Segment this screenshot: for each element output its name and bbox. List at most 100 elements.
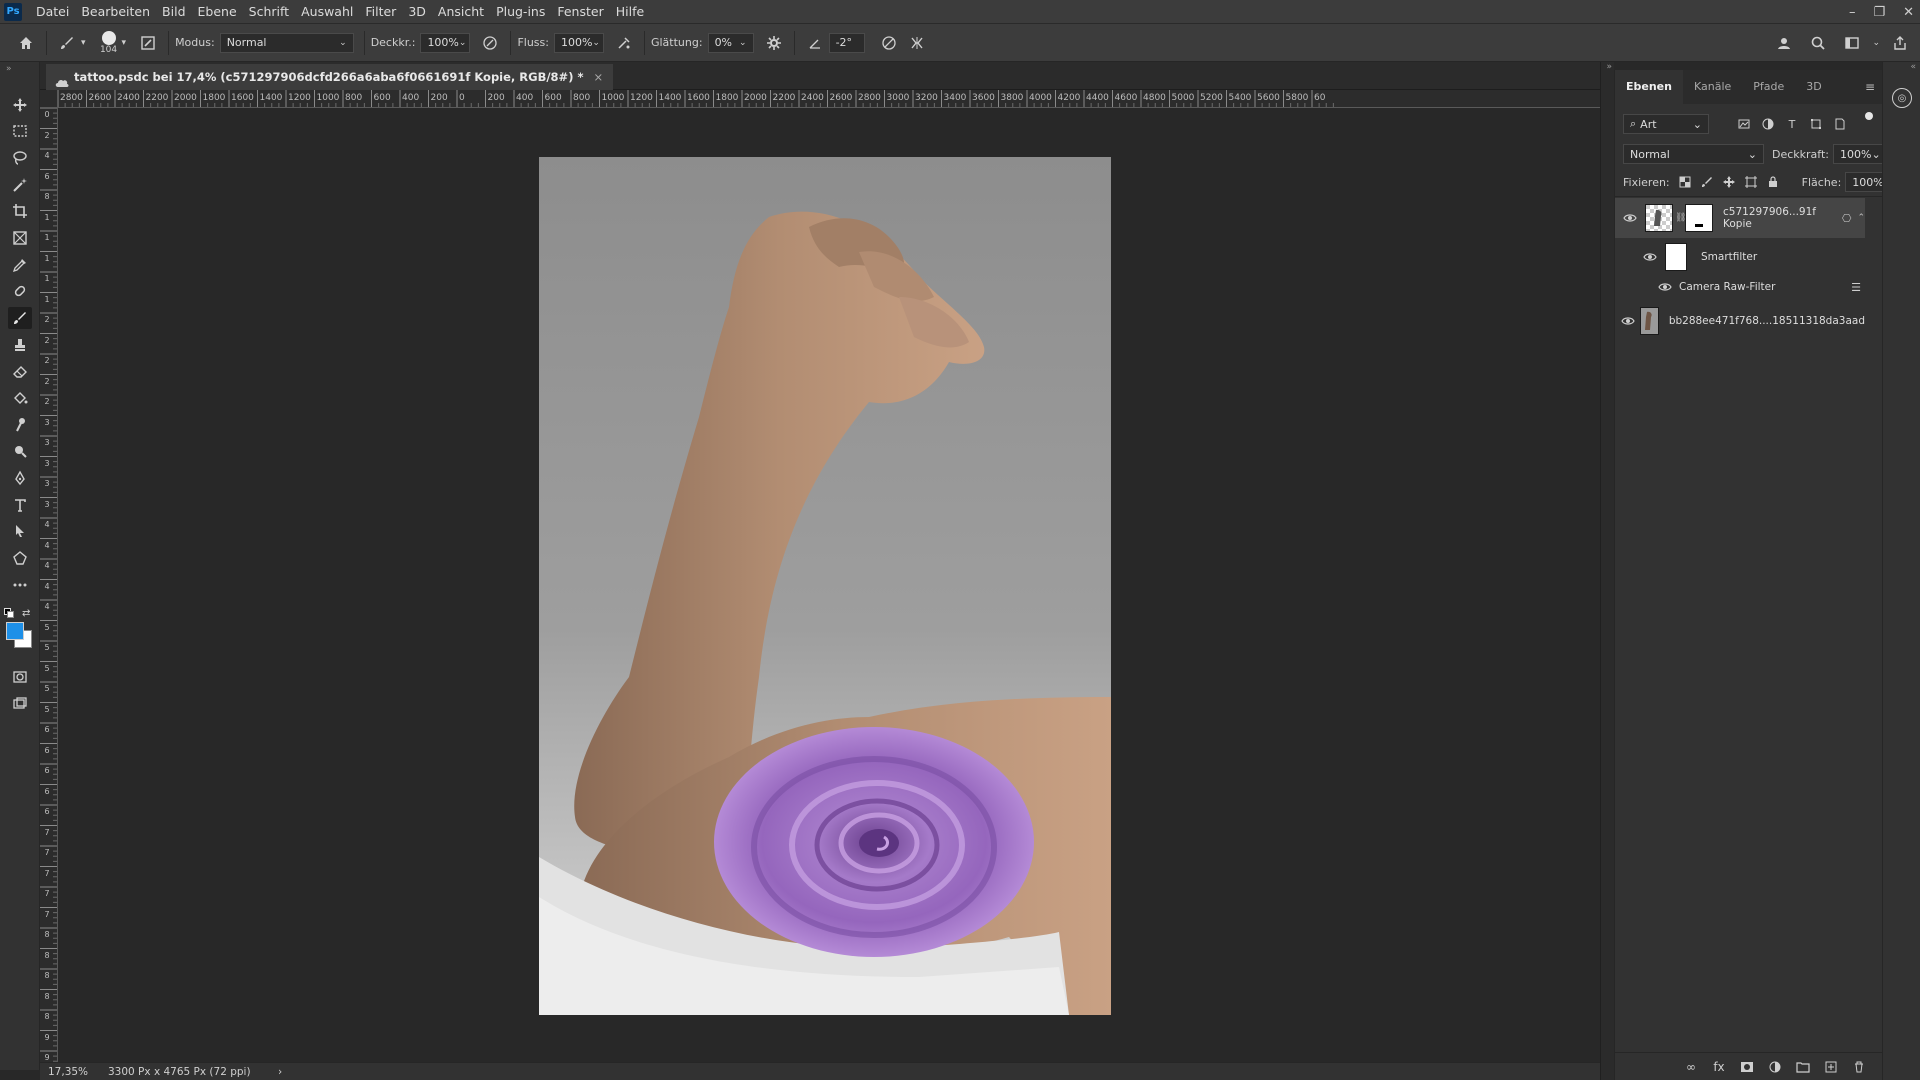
magic-wand-tool-icon[interactable] bbox=[8, 174, 32, 196]
status-menu-arrow[interactable]: › bbox=[278, 1066, 282, 1078]
tab-ebenen[interactable]: Ebenen bbox=[1615, 70, 1683, 104]
delete-layer-icon[interactable] bbox=[1849, 1057, 1869, 1077]
foreground-color-swatch[interactable] bbox=[6, 622, 24, 640]
workspace-icon[interactable] bbox=[1838, 29, 1866, 57]
layer-name[interactable]: bb288ee471f768....18511318da3aad bbox=[1669, 315, 1865, 327]
crop-tool-icon[interactable] bbox=[8, 200, 32, 222]
chevron-down-icon[interactable]: ▾ bbox=[122, 38, 127, 48]
layer-item-kopie[interactable]: ⛓ c571297906...91f Kopie ⎔ ⌃ bbox=[1615, 198, 1865, 238]
symmetry-icon[interactable] bbox=[903, 29, 931, 57]
menu-datei[interactable]: Datei bbox=[30, 0, 75, 24]
default-colors-icon[interactable] bbox=[4, 608, 14, 618]
move-tool-icon[interactable] bbox=[8, 94, 32, 116]
brush-settings-panel-icon[interactable] bbox=[134, 29, 162, 57]
chevron-up-icon[interactable]: ⌃ bbox=[1857, 213, 1865, 223]
ruler-origin[interactable] bbox=[40, 90, 58, 108]
layer-name[interactable]: Smartfilter bbox=[1701, 251, 1757, 263]
filter-smartobject-icon[interactable] bbox=[1831, 115, 1849, 133]
more-tools-icon[interactable] bbox=[8, 574, 32, 596]
filter-toggle-icon[interactable] bbox=[1865, 112, 1873, 120]
eyedropper-tool-icon[interactable] bbox=[8, 254, 32, 276]
shape-tool-icon[interactable] bbox=[8, 547, 32, 569]
adjustment-layer-icon[interactable] bbox=[1765, 1057, 1785, 1077]
brush-size-picker[interactable]: 104 bbox=[96, 30, 122, 55]
canvas-area[interactable] bbox=[58, 108, 1600, 1062]
filter-shape-icon[interactable] bbox=[1807, 115, 1825, 133]
link-icon[interactable]: ⛓ bbox=[1675, 213, 1686, 223]
new-group-icon[interactable] bbox=[1793, 1057, 1813, 1077]
menu-hilfe[interactable]: Hilfe bbox=[610, 0, 650, 24]
healing-brush-tool-icon[interactable] bbox=[8, 280, 32, 302]
paint-bucket-tool-icon[interactable] bbox=[8, 387, 32, 409]
layer-opacity-input[interactable]: 100% ⌄ bbox=[1833, 144, 1883, 164]
layer-name[interactable]: c571297906...91f Kopie bbox=[1723, 206, 1842, 230]
brush-tool-icon[interactable] bbox=[8, 307, 32, 329]
lasso-tool-icon[interactable] bbox=[8, 147, 32, 169]
menu-bearbeiten[interactable]: Bearbeiten bbox=[75, 0, 156, 24]
menu-ebene[interactable]: Ebene bbox=[192, 0, 243, 24]
quick-mask-icon[interactable] bbox=[8, 666, 32, 688]
layer-item-background[interactable]: bb288ee471f768....18511318da3aad bbox=[1615, 304, 1865, 338]
angle-input[interactable]: -2° bbox=[828, 32, 865, 53]
layer-item-smartfilter[interactable]: Smartfilter bbox=[1615, 240, 1865, 274]
visibility-eye-icon[interactable] bbox=[1615, 213, 1645, 223]
add-mask-icon[interactable] bbox=[1737, 1057, 1757, 1077]
filter-adjustment-icon[interactable] bbox=[1759, 115, 1777, 133]
eraser-tool-icon[interactable] bbox=[8, 360, 32, 382]
document-tab[interactable]: tattoo.psdc bei 17,4% (c571297906dcfd266… bbox=[46, 64, 614, 90]
chevron-down-icon[interactable]: ⌄ bbox=[1872, 38, 1880, 48]
flow-input[interactable]: 100% ⌄ bbox=[553, 32, 604, 53]
menu-plug-ins[interactable]: Plug-ins bbox=[490, 0, 551, 24]
filter-options-icon[interactable]: ☰ bbox=[1851, 281, 1861, 294]
zoom-level[interactable]: 17,35% bbox=[40, 1066, 90, 1078]
learn-panel-icon[interactable]: ◎ bbox=[1892, 88, 1912, 108]
type-tool-icon[interactable] bbox=[8, 494, 32, 516]
panel-menu-icon[interactable]: ≡ bbox=[1865, 80, 1875, 94]
restore-button[interactable]: ❐ bbox=[1873, 5, 1885, 20]
gear-icon[interactable] bbox=[760, 29, 788, 57]
blend-mode-select[interactable]: Normal ⌄ bbox=[1623, 144, 1764, 164]
pressure-opacity-icon[interactable] bbox=[476, 29, 504, 57]
lock-artboard-icon[interactable] bbox=[1742, 173, 1760, 191]
new-layer-icon[interactable] bbox=[1821, 1057, 1841, 1077]
share-icon[interactable] bbox=[1886, 29, 1914, 57]
smartfilter-mask-thumbnail[interactable] bbox=[1665, 243, 1687, 271]
brush-tool-preset-icon[interactable] bbox=[53, 29, 81, 57]
layer-item-camera-raw[interactable]: Camera Raw-Filter ☰ bbox=[1615, 276, 1865, 298]
layer-filter-select[interactable]: ⌕ Art ⌄ bbox=[1623, 114, 1709, 134]
tab-3d[interactable]: 3D bbox=[1795, 70, 1832, 104]
account-icon[interactable] bbox=[1770, 29, 1798, 57]
menu-auswahl[interactable]: Auswahl bbox=[295, 0, 359, 24]
fx-icon[interactable]: fx bbox=[1709, 1057, 1729, 1077]
collapse-arrows-icon[interactable]: » bbox=[6, 64, 12, 74]
opacity-input[interactable]: 100% ⌄ bbox=[420, 32, 471, 53]
close-tab-button[interactable]: × bbox=[593, 64, 603, 90]
menu-filter[interactable]: Filter bbox=[359, 0, 402, 24]
screen-mode-icon[interactable] bbox=[8, 693, 32, 715]
visibility-eye-icon[interactable] bbox=[1615, 316, 1640, 326]
visibility-eye-icon[interactable] bbox=[1635, 252, 1665, 262]
menu-3d[interactable]: 3D bbox=[402, 0, 432, 24]
chevron-down-icon[interactable]: ▾ bbox=[81, 38, 86, 48]
menu-schrift[interactable]: Schrift bbox=[243, 0, 295, 24]
smoothing-input[interactable]: 0% ⌄ bbox=[707, 32, 754, 53]
filter-pixel-icon[interactable] bbox=[1735, 115, 1753, 133]
document-canvas[interactable] bbox=[539, 157, 1111, 1015]
link-layers-icon[interactable]: ∞ bbox=[1681, 1057, 1701, 1077]
clone-stamp-tool-icon[interactable] bbox=[8, 334, 32, 356]
tab-kanaele[interactable]: Kanäle bbox=[1683, 70, 1742, 104]
visibility-eye-icon[interactable] bbox=[1655, 282, 1675, 292]
minimize-button[interactable]: – bbox=[1849, 5, 1856, 20]
marquee-tool-icon[interactable] bbox=[8, 120, 32, 142]
pen-tool-icon[interactable] bbox=[8, 467, 32, 489]
mode-select[interactable]: Normal ⌄ bbox=[219, 32, 354, 53]
layer-mask-thumbnail[interactable] bbox=[1685, 204, 1713, 232]
lock-position-icon[interactable] bbox=[1720, 173, 1738, 191]
smudge-tool-icon[interactable] bbox=[8, 414, 32, 436]
menu-bild[interactable]: Bild bbox=[156, 0, 191, 24]
menu-fenster[interactable]: Fenster bbox=[551, 0, 609, 24]
home-icon[interactable] bbox=[12, 29, 40, 57]
lock-all-icon[interactable] bbox=[1764, 173, 1782, 191]
search-icon[interactable] bbox=[1804, 29, 1832, 57]
path-selection-tool-icon[interactable] bbox=[8, 520, 32, 542]
